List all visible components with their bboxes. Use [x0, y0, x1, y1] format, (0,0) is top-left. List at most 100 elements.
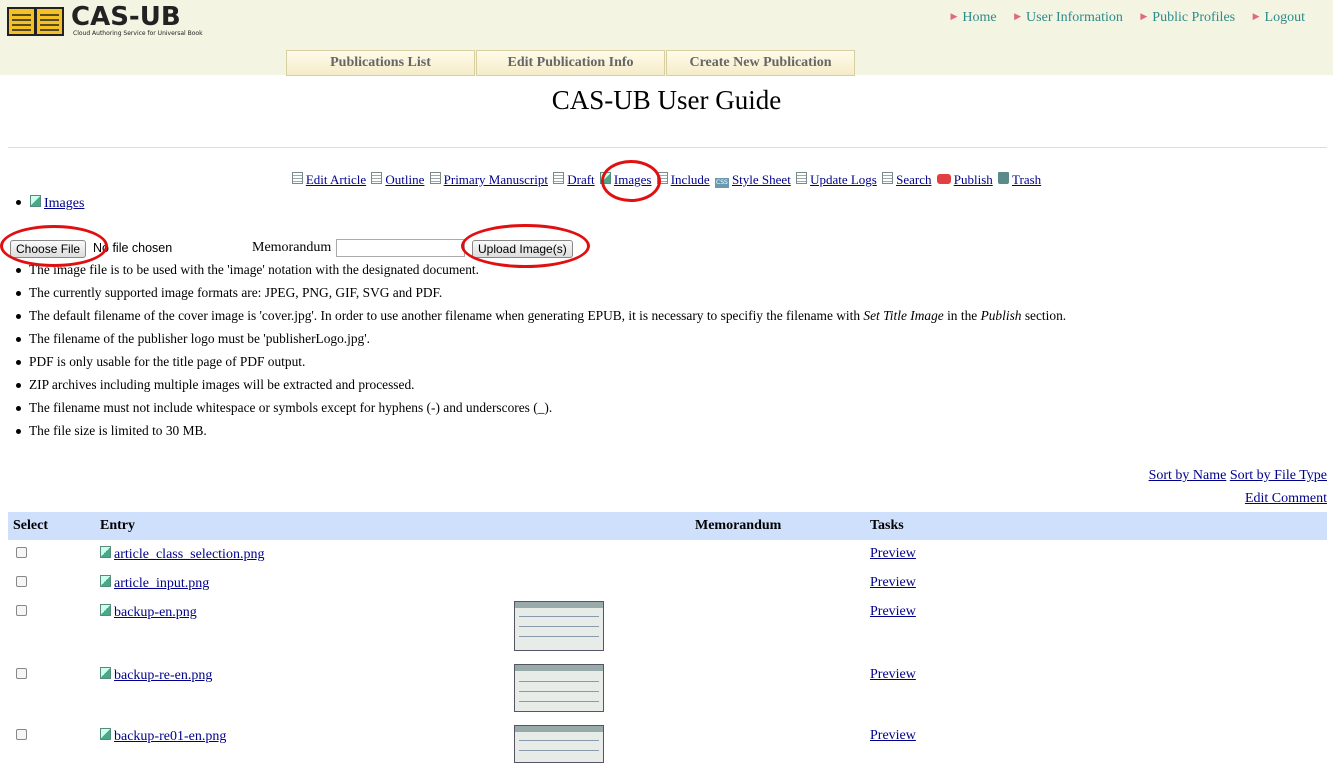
header-entry: Entry: [100, 518, 135, 533]
list-item: The filename of the publisher logo must …: [16, 331, 1066, 354]
preview-link[interactable]: Preview: [870, 604, 916, 620]
toolbar-search[interactable]: Search: [882, 172, 931, 188]
image-thumbnail[interactable]: [514, 601, 604, 651]
annotation-circle-upload: [461, 224, 590, 268]
toolbar-publish[interactable]: Publish: [936, 172, 993, 188]
row-checkbox[interactable]: [16, 729, 27, 740]
document-toolbar: Edit Article Outline Primary Manuscript …: [0, 172, 1333, 188]
toolbar-link[interactable]: Style Sheet: [732, 172, 791, 187]
preview-link[interactable]: Preview: [870, 546, 916, 562]
list-item: The filename must not include whitespace…: [16, 400, 1066, 423]
image-file-icon: [100, 667, 111, 679]
images-table: Select Entry Memorandum Tasks article_cl…: [8, 512, 1327, 763]
annotation-circle-choose-file: [0, 225, 108, 267]
arrow-icon: ▶: [1140, 11, 1148, 21]
sort-links: Sort by Name Sort by File Type: [1149, 468, 1327, 484]
toolbar-trash[interactable]: Trash: [998, 172, 1041, 188]
header-bar: CAS-UB Cloud Authoring Service for Unive…: [0, 0, 1333, 76]
toolbar-link[interactable]: Trash: [1012, 172, 1041, 187]
outline-icon: [371, 172, 383, 184]
list-item: PDF is only usable for the title page of…: [16, 354, 1066, 377]
arrow-icon: ▶: [1252, 11, 1260, 21]
bullet: [16, 314, 21, 319]
instructions-list: The image file is to be used with the 'i…: [16, 262, 1066, 446]
entry-link[interactable]: backup-re-en.png: [114, 668, 212, 683]
tab-create-new-publication[interactable]: Create New Publication: [666, 50, 855, 76]
css-icon: CSS: [714, 178, 729, 188]
toolbar-primary-manuscript[interactable]: Primary Manuscript: [429, 172, 548, 188]
memorandum-label: Memorandum: [252, 240, 332, 255]
sort-by-type-link[interactable]: Sort by File Type: [1230, 468, 1327, 483]
annotation-circle-images: [601, 160, 661, 202]
list-item: The default filename of the cover image …: [16, 308, 1066, 331]
edit-comment-area: Edit Comment: [1245, 491, 1327, 507]
toolbar-link[interactable]: Include: [671, 172, 710, 187]
nav-logout[interactable]: ▶ Logout: [1253, 10, 1305, 26]
header-memorandum: Memorandum: [695, 518, 782, 533]
image-icon: [30, 195, 41, 207]
logs-icon: [796, 172, 808, 184]
bullet: [16, 337, 21, 342]
sort-by-name-link[interactable]: Sort by Name: [1149, 468, 1227, 483]
preview-link[interactable]: Preview: [870, 575, 916, 591]
nav-user-information[interactable]: ▶ User Information: [1014, 10, 1123, 26]
edit-comment-link[interactable]: Edit Comment: [1245, 491, 1327, 506]
nav-public-profiles[interactable]: ▶ Public Profiles: [1140, 10, 1235, 26]
image-file-icon: [100, 728, 111, 740]
breadcrumb-images-link[interactable]: Images: [44, 196, 84, 211]
bullet: [16, 291, 21, 296]
bullet: [16, 383, 21, 388]
search-doc-icon: [882, 172, 894, 184]
image-thumbnail[interactable]: [514, 725, 604, 763]
toolbar-link[interactable]: Edit Article: [306, 172, 366, 187]
list-item: The currently supported image formats ar…: [16, 285, 1066, 308]
preview-link[interactable]: Preview: [870, 728, 916, 744]
row-checkbox[interactable]: [16, 605, 27, 616]
image-file-icon: [100, 575, 111, 587]
toolbar-link[interactable]: Draft: [567, 172, 594, 187]
toolbar-link[interactable]: Update Logs: [810, 172, 877, 187]
publish-icon: [936, 174, 951, 184]
toolbar-link[interactable]: Search: [896, 172, 931, 187]
entry-link[interactable]: article_class_selection.png: [114, 547, 264, 562]
list-item: The file size is limited to 30 MB.: [16, 423, 1066, 446]
draft-icon: [553, 172, 565, 184]
bullet: [16, 406, 21, 411]
toolbar-draft[interactable]: Draft: [553, 172, 595, 188]
header-select: Select: [13, 518, 48, 533]
arrow-icon: ▶: [950, 11, 958, 21]
entry-link[interactable]: article_input.png: [114, 576, 209, 591]
tab-edit-publication-info[interactable]: Edit Publication Info: [476, 50, 665, 76]
cas-ub-logo[interactable]: CAS-UB Cloud Authoring Service for Unive…: [7, 2, 203, 40]
toolbar-include[interactable]: Include: [656, 172, 710, 188]
image-file-icon: [100, 546, 111, 558]
divider: [8, 147, 1327, 148]
row-checkbox[interactable]: [16, 576, 27, 587]
arrow-icon: ▶: [1014, 11, 1022, 21]
nav-home[interactable]: ▶ Home: [950, 10, 996, 26]
logo-subtitle: Cloud Authoring Service for Universal Bo…: [73, 30, 203, 37]
trash-icon: [998, 172, 1009, 184]
row-checkbox[interactable]: [16, 547, 27, 558]
toolbar-link[interactable]: Outline: [385, 172, 424, 187]
image-thumbnail[interactable]: [514, 664, 604, 712]
memorandum-input[interactable]: [336, 239, 465, 257]
toolbar-style-sheet[interactable]: CSS Style Sheet: [714, 172, 791, 188]
toolbar-update-logs[interactable]: Update Logs: [796, 172, 877, 188]
row-checkbox[interactable]: [16, 668, 27, 679]
page-title: CAS-UB User Guide: [551, 85, 782, 115]
bullet: [16, 429, 21, 434]
entry-link[interactable]: backup-re01-en.png: [114, 729, 226, 744]
logo-text: CAS-UB: [71, 2, 181, 32]
toolbar-edit-article[interactable]: Edit Article: [291, 172, 366, 188]
tab-publications-list[interactable]: Publications List: [286, 50, 475, 76]
header-tasks: Tasks: [870, 518, 904, 533]
entry-link[interactable]: backup-en.png: [114, 605, 197, 620]
preview-link[interactable]: Preview: [870, 667, 916, 683]
bullet: [16, 200, 21, 205]
toolbar-outline[interactable]: Outline: [371, 172, 424, 188]
toolbar-link[interactable]: Publish: [954, 172, 993, 187]
image-file-icon: [100, 604, 111, 616]
main-tabs: Publications List Edit Publication Info …: [286, 50, 856, 76]
toolbar-link[interactable]: Primary Manuscript: [444, 172, 548, 187]
